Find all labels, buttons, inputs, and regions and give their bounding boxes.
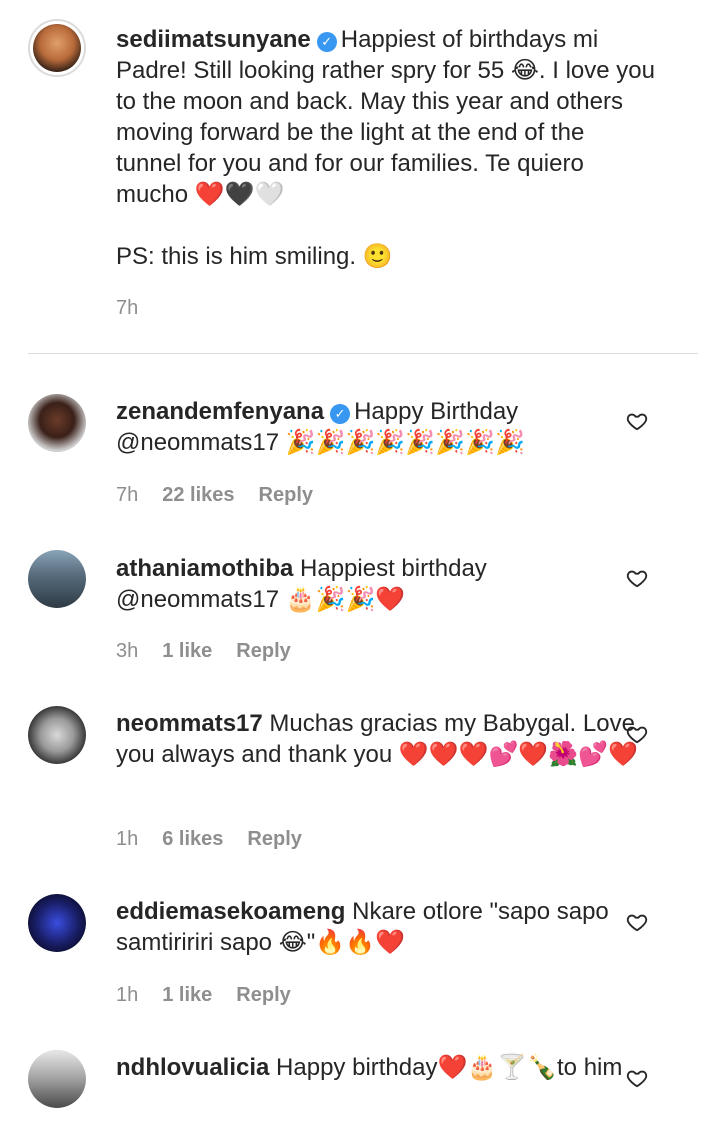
timestamp: 1h bbox=[116, 828, 139, 850]
comment-body-continued: PS: this is him smiling. 🙂 bbox=[116, 243, 393, 270]
reply-button[interactable]: Reply bbox=[247, 828, 301, 850]
avatar[interactable] bbox=[28, 706, 86, 764]
avatar[interactable] bbox=[28, 894, 86, 952]
avatar[interactable] bbox=[28, 394, 86, 452]
comment-body: Happy birthday❤️🎂🍸🍾to him bbox=[276, 1054, 623, 1081]
comment-meta: 7h bbox=[116, 297, 162, 320]
timestamp: 7h bbox=[116, 297, 139, 319]
username[interactable]: neommats17 bbox=[116, 710, 263, 737]
comment-meta: 1h 6 likes Reply bbox=[116, 828, 326, 851]
comment-meta: 7h 22 likes Reply bbox=[116, 484, 337, 507]
comment-body: Happiest of birthdays mi Padre! Still lo… bbox=[116, 26, 655, 208]
timestamp: 1h bbox=[116, 984, 139, 1006]
comment-text: zenandemfenyana ✓ Happy Birthday @neommats… bbox=[116, 396, 656, 458]
comment-text: athaniamothiba Happiest birthday @neomma… bbox=[116, 553, 656, 615]
likes-count[interactable]: 1 like bbox=[162, 984, 212, 1006]
username[interactable]: ndhlovualicia bbox=[116, 1054, 269, 1081]
comment-text: neommats17 Muchas gracias my Babygal. Lo… bbox=[116, 708, 656, 770]
heart-outline-icon[interactable] bbox=[626, 567, 648, 589]
likes-count[interactable]: 1 like bbox=[162, 640, 212, 662]
avatar[interactable] bbox=[28, 19, 86, 77]
heart-outline-icon[interactable] bbox=[626, 410, 648, 432]
comment-meta: 1h 1 like Reply bbox=[116, 984, 315, 1007]
heart-outline-icon[interactable] bbox=[626, 1067, 648, 1089]
timestamp: 7h bbox=[116, 484, 139, 506]
heart-outline-icon[interactable] bbox=[626, 911, 648, 933]
reply-button[interactable]: Reply bbox=[236, 640, 290, 662]
comment-text: ndhlovualicia Happy birthday❤️🎂🍸🍾to him bbox=[116, 1052, 656, 1083]
comment-text: eddiemasekoameng Nkare otlore "sapo sapo… bbox=[116, 896, 656, 958]
likes-count[interactable]: 22 likes bbox=[162, 484, 234, 506]
verified-badge-icon: ✓ bbox=[330, 404, 351, 424]
reply-button[interactable]: Reply bbox=[236, 984, 290, 1006]
username[interactable]: eddiemasekoameng bbox=[116, 898, 345, 925]
username[interactable]: sediimatsunyane bbox=[116, 26, 311, 53]
username[interactable]: athaniamothiba bbox=[116, 555, 293, 582]
avatar[interactable] bbox=[28, 550, 86, 608]
username[interactable]: zenandemfenyana bbox=[116, 398, 324, 425]
comment-meta: 3h 1 like Reply bbox=[116, 640, 315, 663]
reply-button[interactable]: Reply bbox=[259, 484, 313, 506]
avatar[interactable] bbox=[28, 1050, 86, 1108]
heart-outline-icon[interactable] bbox=[626, 723, 648, 745]
likes-count[interactable]: 6 likes bbox=[162, 828, 223, 850]
timestamp: 3h bbox=[116, 640, 139, 662]
comment-text: sediimatsunyane ✓ Happiest of birthdays mi… bbox=[116, 24, 656, 272]
divider bbox=[28, 353, 698, 354]
verified-badge-icon: ✓ bbox=[316, 32, 337, 52]
